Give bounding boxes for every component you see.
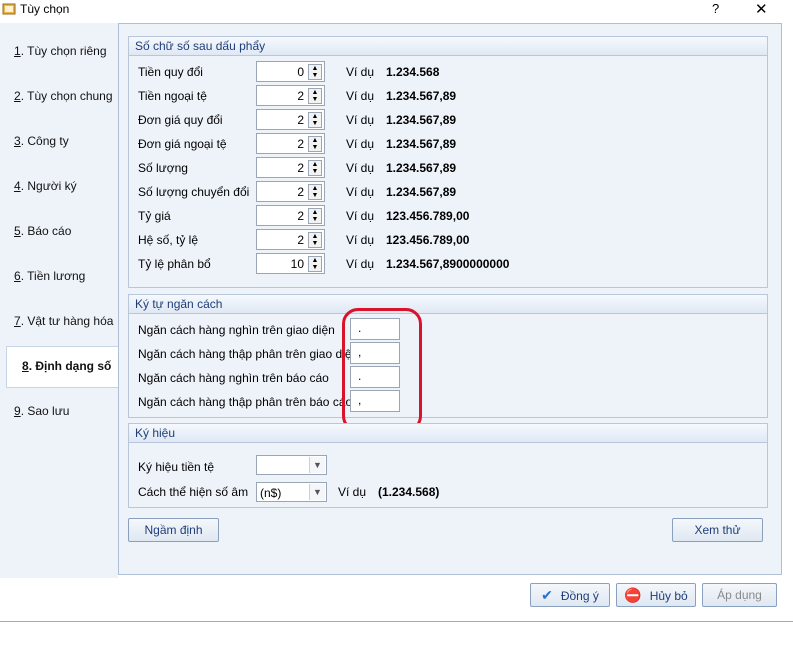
example-value: 1.234.567,8900000000 xyxy=(386,257,510,271)
decimal-label: Tiền quy đổi xyxy=(138,65,203,79)
example-label: Ví dụ xyxy=(346,185,375,199)
currency-symbol-label: Ký hiệu tiền tệ xyxy=(138,460,215,474)
example-label: Ví dụ xyxy=(346,257,375,271)
help-button[interactable]: ? xyxy=(712,1,719,16)
currency-symbol-select[interactable]: ▼ xyxy=(256,455,327,475)
example-value: 1.234.567,89 xyxy=(386,113,457,127)
negative-format-label: Cách thể hiện số âm xyxy=(138,485,249,499)
separators-group-title: Ký tự ngăn cách xyxy=(129,295,767,314)
spinner-arrows-icon[interactable]: ▲ ▼ xyxy=(308,208,322,224)
app-icon xyxy=(2,3,16,15)
decimal-spinner[interactable]: 2 ▲ ▼ xyxy=(256,109,325,130)
sidebar-item-inventory[interactable]: 7. Vật tư hàng hóa xyxy=(14,314,113,328)
cancel-button[interactable]: ⛔ Hủy bỏ xyxy=(616,583,696,607)
default-button[interactable]: Ngầm định xyxy=(128,518,219,542)
spinner-arrows-icon[interactable]: ▲ ▼ xyxy=(308,88,322,104)
decimal-label: Tỷ giá xyxy=(138,209,171,223)
apply-button[interactable]: Áp dụng xyxy=(702,583,777,607)
decimal-label: Đơn giá ngoại tệ xyxy=(138,137,227,151)
decimal-spinner[interactable]: 2 ▲ ▼ xyxy=(256,181,325,202)
spinner-arrows-icon[interactable]: ▲ ▼ xyxy=(308,64,322,80)
chevron-down-icon[interactable]: ▼ xyxy=(309,484,325,500)
decimal-label: Đơn giá quy đổi xyxy=(138,113,223,127)
decimal-spinner[interactable]: 2 ▲ ▼ xyxy=(256,85,325,106)
example-label: Ví dụ xyxy=(346,89,375,103)
sidebar-item-personal[interactable]: 1. Tùy chọn riêng xyxy=(14,44,107,58)
example-value: 1.234.567,89 xyxy=(386,185,457,199)
decimal-label: Hệ số, tỷ lệ xyxy=(138,233,199,247)
decimal-spinner[interactable]: 10 ▲ ▼ xyxy=(256,253,325,274)
sidebar-item-report[interactable]: 5. Báo cáo xyxy=(14,224,71,238)
spinner-arrows-icon[interactable]: ▲ ▼ xyxy=(308,160,322,176)
symbols-group-title: Ký hiệu xyxy=(129,424,767,443)
spinner-arrows-icon[interactable]: ▲ ▼ xyxy=(308,112,322,128)
preview-button[interactable]: Xem thử xyxy=(672,518,763,542)
example-value: 1.234.567,89 xyxy=(386,89,457,103)
separator-label: Ngăn cách hàng thập phân trên báo cáo xyxy=(138,395,353,409)
spinner-arrows-icon[interactable]: ▲ ▼ xyxy=(308,136,322,152)
sidebar-item-company[interactable]: 3. Công ty xyxy=(14,134,69,148)
decimal-spinner[interactable]: 2 ▲ ▼ xyxy=(256,229,325,250)
decimal-label: Tiền ngoại tệ xyxy=(138,89,207,103)
negative-format-select[interactable]: (n$) ▼ xyxy=(256,482,327,502)
example-label: Ví dụ xyxy=(346,209,375,223)
red-highlight-annotation xyxy=(342,308,422,432)
window-title: Tùy chọn xyxy=(20,2,70,16)
sidebar-item-salary[interactable]: 6. Tiền lương xyxy=(14,269,85,283)
sidebar-item-backup[interactable]: 9. Sao lưu xyxy=(14,404,69,418)
sidebar xyxy=(0,23,118,578)
chevron-down-icon[interactable]: ▼ xyxy=(309,457,325,473)
sidebar-item-number-format[interactable]: 8. Định dạng số xyxy=(22,359,111,373)
close-button[interactable]: ✕ xyxy=(755,0,768,18)
example-value: 1.234.567,89 xyxy=(386,137,457,151)
decimal-spinner[interactable]: 2 ▲ ▼ xyxy=(256,205,325,226)
decimals-group-title: Số chữ số sau dấu phẩy xyxy=(129,37,767,56)
example-label: Ví dụ xyxy=(346,65,375,79)
sidebar-item-general[interactable]: 2. Tùy chọn chung xyxy=(14,89,113,103)
spinner-arrows-icon[interactable]: ▲ ▼ xyxy=(308,256,322,272)
decimal-spinner[interactable]: 2 ▲ ▼ xyxy=(256,133,325,154)
decimal-spinner[interactable]: 0 ▲ ▼ xyxy=(256,61,325,82)
spinner-arrows-icon[interactable]: ▲ ▼ xyxy=(308,232,322,248)
example-label: Ví dụ xyxy=(346,113,375,127)
separator-label: Ngăn cách hàng thập phân trên giao diện xyxy=(138,347,359,361)
negative-example-value: (1.234.568) xyxy=(378,485,440,499)
options-dialog: Tùy chọn ? ✕ 1. Tùy chọn riêng 2. Tùy ch… xyxy=(0,0,793,622)
example-value: 1.234.568 xyxy=(386,65,440,79)
example-label: Ví dụ xyxy=(346,233,375,247)
separator-label: Ngăn cách hàng nghìn trên giao diện xyxy=(138,323,335,337)
example-label: Ví dụ xyxy=(346,161,375,175)
decimal-spinner[interactable]: 2 ▲ ▼ xyxy=(256,157,325,178)
check-icon: ✔ xyxy=(541,587,553,603)
ok-button[interactable]: ✔ Đồng ý xyxy=(530,583,610,607)
decimal-label: Số lượng xyxy=(138,161,188,175)
sidebar-item-signer[interactable]: 4. Người ký xyxy=(14,179,77,193)
decimal-label: Tỷ lệ phân bổ xyxy=(138,257,211,271)
example-value: 123.456.789,00 xyxy=(386,233,470,247)
title-bar: Tùy chọn ? ✕ xyxy=(0,0,793,18)
example-value: 123.456.789,00 xyxy=(386,209,470,223)
example-label: Ví dụ xyxy=(346,137,375,151)
example-label: Ví dụ xyxy=(338,485,367,499)
spinner-arrows-icon[interactable]: ▲ ▼ xyxy=(308,184,322,200)
decimal-label: Số lượng chuyển đổi xyxy=(138,185,250,199)
cancel-icon: ⛔ xyxy=(624,587,642,603)
separator-label: Ngăn cách hàng nghìn trên báo cáo xyxy=(138,371,329,385)
example-value: 1.234.567,89 xyxy=(386,161,457,175)
